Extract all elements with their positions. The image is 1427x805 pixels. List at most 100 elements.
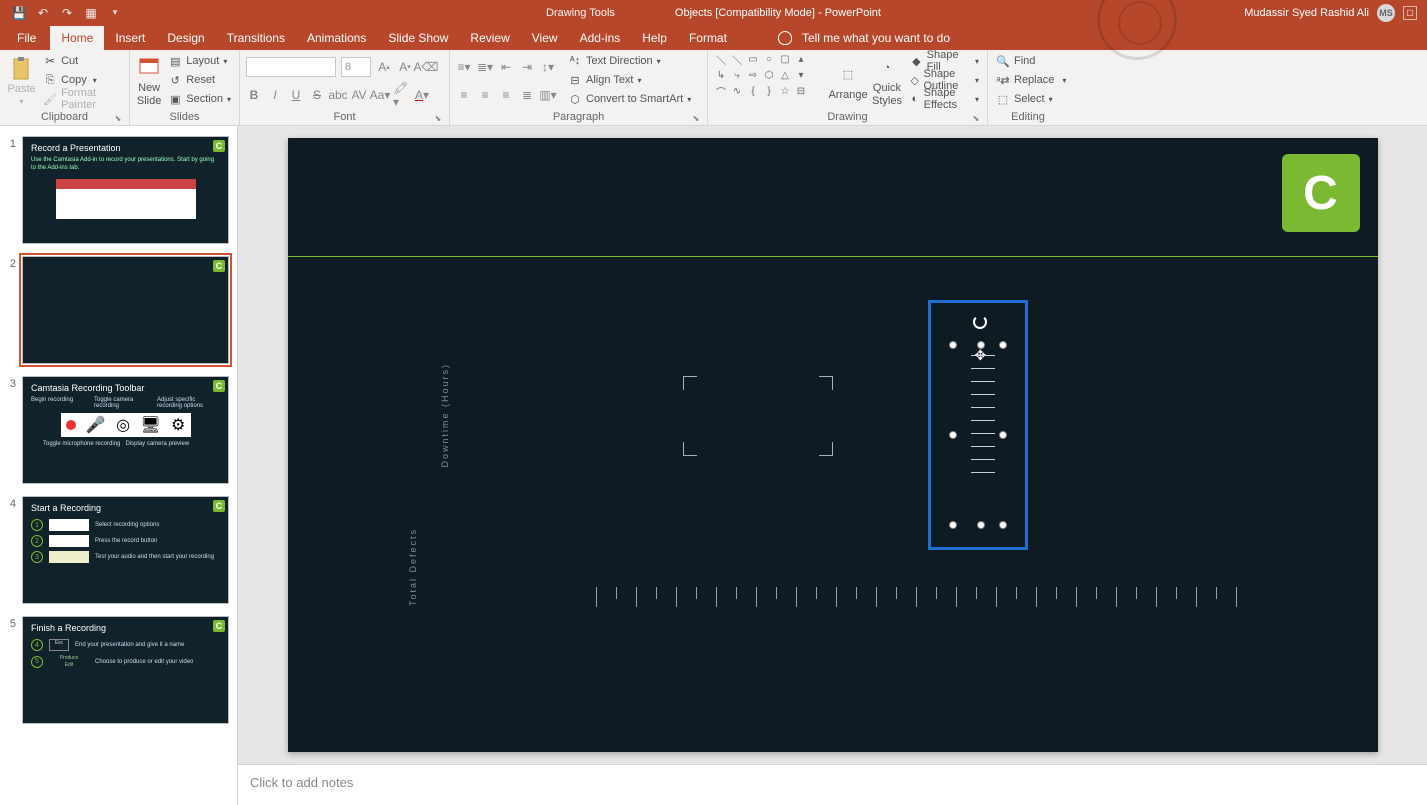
new-slide-button[interactable]: New Slide xyxy=(136,52,162,111)
align-left-icon[interactable]: ≡ xyxy=(456,87,472,103)
increase-indent-icon[interactable]: ⇥ xyxy=(519,59,535,75)
font-launcher-icon[interactable]: ⬊ xyxy=(433,114,443,124)
resize-handle-s[interactable] xyxy=(977,521,985,529)
replace-button[interactable]: ᵃ⇄Replace▾ xyxy=(994,71,1068,89)
tab-file[interactable]: File xyxy=(6,26,50,50)
resize-handle-n[interactable] xyxy=(977,341,985,349)
tab-home[interactable]: Home xyxy=(50,26,104,50)
gallery-up-icon[interactable]: ▴ xyxy=(794,52,808,66)
resize-handle-e[interactable] xyxy=(999,431,1007,439)
numbering-icon[interactable]: ≣▾ xyxy=(477,59,493,75)
shape-brace2-icon[interactable]: } xyxy=(762,84,776,98)
shape-effects-button[interactable]: ◐Shape Effects▾ xyxy=(908,90,981,108)
italic-icon[interactable]: I xyxy=(267,87,283,103)
shape-arrow-icon[interactable]: ↳ xyxy=(714,68,728,82)
decrease-indent-icon[interactable]: ⇤ xyxy=(498,59,514,75)
format-painter-button[interactable]: 🖌Format Painter xyxy=(41,90,123,108)
columns-icon[interactable]: ▥▾ xyxy=(540,87,556,103)
bullets-icon[interactable]: ≡▾ xyxy=(456,59,472,75)
shape-roundrect-icon[interactable]: ▢ xyxy=(778,52,792,66)
align-center-icon[interactable]: ≡ xyxy=(477,87,493,103)
paste-button[interactable]: Paste ▾ xyxy=(6,52,37,111)
user-name[interactable]: Mudassir Syed Rashid Ali xyxy=(1244,7,1369,19)
font-size-input[interactable]: 8 xyxy=(341,57,371,77)
clipboard-launcher-icon[interactable]: ⬊ xyxy=(113,114,123,124)
justify-icon[interactable]: ≣ xyxy=(519,87,535,103)
tab-transitions[interactable]: Transitions xyxy=(216,26,296,50)
start-from-beginning-icon[interactable]: ▦ xyxy=(84,6,98,20)
reset-button[interactable]: ↺Reset xyxy=(166,71,233,89)
arrange-button[interactable]: ⬚ Arrange xyxy=(830,52,866,111)
bold-icon[interactable]: B xyxy=(246,87,262,103)
paragraph-launcher-icon[interactable]: ⬊ xyxy=(691,114,701,124)
shape-tri-icon[interactable]: △ xyxy=(778,68,792,82)
redo-icon[interactable]: ↷ xyxy=(60,6,74,20)
font-name-input[interactable] xyxy=(246,57,336,77)
selected-shape[interactable]: ✥ xyxy=(928,300,1028,550)
shapes-gallery[interactable]: ＼ ＼ ▭ ○ ▢ ▴ ↳ ⤷ ⇨ ⬡ △ ▾ ⌒ ∿ { } ☆ ⊟ xyxy=(714,52,824,111)
rotate-handle-icon[interactable] xyxy=(973,315,987,329)
user-avatar[interactable]: MS xyxy=(1377,4,1395,22)
shape-oval-icon[interactable]: ○ xyxy=(762,52,776,66)
resize-handle-w[interactable] xyxy=(949,431,957,439)
qat-customize-icon[interactable]: ▾ xyxy=(108,6,122,20)
character-spacing-icon[interactable]: AV xyxy=(351,87,367,103)
align-right-icon[interactable]: ≡ xyxy=(498,87,514,103)
shape-arrow2-icon[interactable]: ⤷ xyxy=(730,68,744,82)
tab-format[interactable]: Format xyxy=(678,26,738,50)
shape-rect-icon[interactable]: ▭ xyxy=(746,52,760,66)
shape-curve-icon[interactable]: ⌒ xyxy=(714,84,728,98)
align-text-button[interactable]: ⊟Align Text▾ xyxy=(566,71,693,89)
decrease-font-icon[interactable]: A▾ xyxy=(397,59,413,75)
slide-thumbnail-5[interactable]: C Finish a Recording 4EscEnd your presen… xyxy=(22,616,229,724)
save-icon[interactable]: 💾 xyxy=(12,6,26,20)
cut-button[interactable]: Cut xyxy=(41,52,123,70)
convert-smartart-button[interactable]: ⬡Convert to SmartArt▾ xyxy=(566,90,693,108)
shape-brace-icon[interactable]: { xyxy=(746,84,760,98)
tab-view[interactable]: View xyxy=(521,26,569,50)
shape-star-icon[interactable]: ☆ xyxy=(778,84,792,98)
tab-insert[interactable]: Insert xyxy=(104,26,156,50)
gallery-down-icon[interactable]: ▾ xyxy=(794,68,808,82)
resize-handle-ne[interactable] xyxy=(999,341,1007,349)
layout-button[interactable]: ▤Layout▾ xyxy=(166,52,233,70)
quick-styles-button[interactable]: ◔ Quick Styles xyxy=(872,52,902,111)
tab-review[interactable]: Review xyxy=(459,26,520,50)
text-direction-button[interactable]: ᴬ↕Text Direction▾ xyxy=(566,52,693,70)
shape-arrow3-icon[interactable]: ⇨ xyxy=(746,68,760,82)
gallery-more-icon[interactable]: ⊟ xyxy=(794,84,808,98)
tell-me-search[interactable]: Tell me what you want to do xyxy=(778,31,950,45)
resize-handle-nw[interactable] xyxy=(949,341,957,349)
tab-help[interactable]: Help xyxy=(631,26,678,50)
font-color-icon[interactable]: A▾ xyxy=(414,87,430,103)
notes-pane[interactable]: Click to add notes xyxy=(238,764,1427,805)
clear-formatting-icon[interactable]: A⌫ xyxy=(418,59,434,75)
section-button[interactable]: ▣Section▾ xyxy=(166,90,233,108)
resize-handle-sw[interactable] xyxy=(949,521,957,529)
slide-thumbnail-2[interactable]: C xyxy=(22,256,229,364)
ribbon-display-options-icon[interactable]: ▢ xyxy=(1403,6,1417,20)
find-button[interactable]: 🔍Find xyxy=(994,52,1068,70)
underline-icon[interactable]: U xyxy=(288,87,304,103)
drawing-launcher-icon[interactable]: ⬊ xyxy=(971,114,981,124)
shadow-icon[interactable]: abc xyxy=(330,87,346,103)
select-button[interactable]: ⬚Select▾ xyxy=(994,90,1068,108)
resize-handle-se[interactable] xyxy=(999,521,1007,529)
slide-canvas[interactable]: C Downtime (Hours) Total Defects ✥ xyxy=(288,138,1378,752)
undo-icon[interactable]: ↶ xyxy=(36,6,50,20)
line-spacing-icon[interactable]: ↕▾ xyxy=(540,59,556,75)
tab-slideshow[interactable]: Slide Show xyxy=(377,26,459,50)
slide-thumbnail-3[interactable]: C Camtasia Recording Toolbar Begin recor… xyxy=(22,376,229,484)
shape-hex-icon[interactable]: ⬡ xyxy=(762,68,776,82)
shape-line-icon[interactable]: ＼ xyxy=(714,52,728,66)
strikethrough-icon[interactable]: S xyxy=(309,87,325,103)
shape-line2-icon[interactable]: ＼ xyxy=(730,52,744,66)
shape-wave-icon[interactable]: ∿ xyxy=(730,84,744,98)
change-case-icon[interactable]: Aa▾ xyxy=(372,87,388,103)
slide-thumbnail-1[interactable]: C Record a Presentation Use the Camtasia… xyxy=(22,136,229,244)
slide-thumbnail-4[interactable]: C Start a Recording 1Select recording op… xyxy=(22,496,229,604)
increase-font-icon[interactable]: A▴ xyxy=(376,59,392,75)
tab-design[interactable]: Design xyxy=(156,26,215,50)
tab-addins[interactable]: Add-ins xyxy=(569,26,632,50)
tab-animations[interactable]: Animations xyxy=(296,26,377,50)
